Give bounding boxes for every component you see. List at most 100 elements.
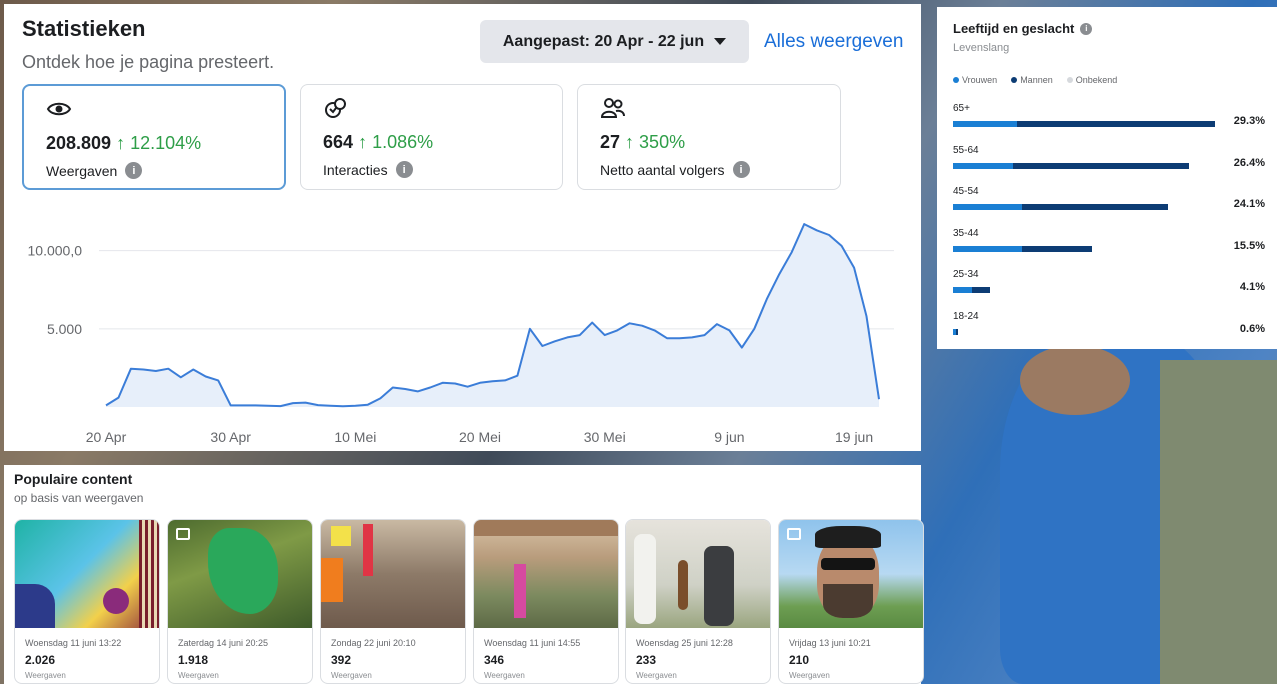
background-hand	[1020, 345, 1130, 415]
info-icon[interactable]: i	[1080, 22, 1093, 35]
post-views: 2.026	[25, 653, 56, 667]
post-date: Zaterdag 14 juni 20:25	[178, 638, 269, 648]
bar-women	[953, 162, 1013, 169]
bar-women	[953, 287, 972, 293]
legend-dot	[1066, 77, 1073, 83]
page-subtitle: Ontdek hoe je pagina presteert.	[22, 52, 275, 72]
post-card[interactable]: Vrijdag 13 juni 10:21 210 Weergaven	[778, 519, 924, 684]
bar-men	[1017, 121, 1215, 127]
metric-change: ↑ 350%	[625, 132, 686, 152]
post-views: 392	[331, 653, 352, 667]
area-fill	[106, 224, 879, 407]
age-percent: 4.1%	[1239, 281, 1265, 293]
view-all-link[interactable]: Alles weergeven	[764, 31, 903, 53]
age-percent: 26.4%	[1233, 156, 1265, 169]
views-line-chart: 5.000 10.000,0 20 Apr 30 Apr 10 Mei 20 Mei 30 …	[28, 223, 894, 445]
metric-change: ↑ 12.104%	[116, 133, 202, 153]
post-views-label: Weergaven	[484, 671, 525, 680]
x-tick-label: 19 jun	[835, 429, 873, 445]
post-views-label: Weergaven	[636, 671, 677, 680]
x-tick-label: 10 Mei	[334, 429, 376, 445]
x-tick-label: 9 jun	[714, 429, 744, 445]
age-row: 18-24 0.6%	[953, 311, 1265, 347]
x-tick-label: 20 Mei	[459, 429, 501, 445]
interactions-icon	[325, 98, 346, 118]
age-range-label: 45-54	[953, 186, 979, 197]
age-bar	[953, 245, 1092, 252]
post-thumbnail	[321, 520, 465, 628]
legend-dot	[953, 77, 959, 83]
bar-men	[1021, 204, 1169, 210]
bar-men	[1012, 162, 1190, 169]
age-range-label: 65+	[953, 103, 970, 114]
eye-icon	[46, 102, 72, 116]
post-card[interactable]: Woensdag 11 juni 13:22 2.026 Weergaven	[14, 519, 160, 684]
bar-men	[971, 287, 990, 293]
post-views: 233	[636, 653, 657, 667]
post-views-label: Weergaven	[25, 671, 66, 680]
age-bar	[953, 328, 959, 335]
legend-item-men: Mannen	[1011, 75, 1053, 85]
date-range-button[interactable]: Aangepast: 20 Apr - 22 jun	[480, 20, 749, 63]
age-row: 45-54 24.1%	[953, 186, 1265, 222]
metric-card-views[interactable]: 208.809 ↑ 12.104% Weergaven i	[22, 84, 286, 190]
age-range-label: 25-34	[953, 269, 979, 280]
y-tick-label: 10.000,0	[28, 243, 83, 259]
metric-label: Netto aantal volgers i	[600, 161, 750, 178]
legend-item-women: Vrouwen	[953, 75, 997, 85]
popular-title: Populaire content	[14, 471, 133, 487]
age-percent: 24.1%	[1233, 198, 1265, 210]
metric-value: 208.809 ↑ 12.104%	[46, 133, 202, 153]
x-tick-label: 20 Apr	[86, 429, 127, 445]
age-percent: 0.6%	[1239, 322, 1265, 335]
metric-card-interactions[interactable]: 664 ↑ 1.086% Interacties i	[300, 84, 563, 190]
metric-value: 27 ↑ 350%	[600, 132, 686, 152]
age-range-label: 35-44	[953, 227, 979, 239]
age-row: 25-34 4.1%	[953, 269, 1265, 305]
post-views: 1.918	[178, 653, 209, 667]
caret-down-icon	[714, 38, 727, 45]
post-type-icon	[787, 528, 801, 540]
info-icon[interactable]: i	[395, 161, 413, 178]
legend-dot	[1011, 77, 1018, 83]
metric-label: Interacties i	[323, 161, 413, 178]
y-tick-label: 5.000	[47, 321, 82, 337]
post-card[interactable]: Zaterdag 14 juni 20:25 1.918 Weergaven	[167, 519, 313, 684]
info-icon[interactable]: i	[732, 161, 750, 178]
date-range-label: Aangepast: 20 Apr - 22 jun	[502, 32, 705, 50]
post-card[interactable]: Zondag 22 juni 20:10 392 Weergaven	[320, 519, 466, 684]
age-row: 55-64 26.4%	[953, 145, 1265, 181]
age-gender-panel: Leeftijd en geslacht i Levenslang Vrouwen…	[937, 7, 1277, 349]
age-percent: 29.3%	[1233, 115, 1265, 127]
statistics-panel: Statistieken Ontdek hoe je pagina preste…	[4, 4, 921, 451]
popular-content-panel: Populaire content op basis van weergaven…	[4, 465, 924, 684]
bar-men	[955, 328, 959, 335]
x-tick-label: 30 Mei	[584, 429, 626, 445]
age-percent: 15.5%	[1233, 239, 1265, 252]
x-tick-label: 30 Apr	[210, 429, 251, 445]
age-bar	[953, 121, 1215, 127]
age-row: 35-44 15.5%	[953, 228, 1265, 264]
metric-label: Weergaven i	[46, 162, 143, 179]
followers-icon	[600, 98, 625, 118]
post-date: Woensdag 25 juni 12:28	[636, 638, 733, 648]
age-bar	[953, 204, 1169, 210]
post-card[interactable]: Woensdag 11 juni 14:55 346 Weergaven	[473, 519, 619, 684]
bar-women	[953, 204, 1022, 210]
post-thumbnail	[15, 520, 159, 628]
age-range-label: 55-64	[953, 144, 979, 156]
post-thumbnail	[626, 520, 770, 628]
post-views-label: Weergaven	[789, 671, 830, 680]
age-range-label: 18-24	[953, 310, 979, 322]
demo-legend: Vrouwen Mannen Onbekend	[953, 75, 1117, 85]
age-bar	[953, 287, 990, 293]
metric-card-followers[interactable]: 27 ↑ 350% Netto aantal volgers i	[577, 84, 841, 190]
post-views-label: Weergaven	[331, 671, 372, 680]
metric-value: 664 ↑ 1.086%	[323, 132, 434, 152]
post-card[interactable]: Woensdag 25 juni 12:28 233 Weergaven	[625, 519, 771, 684]
post-thumbnail	[168, 520, 312, 628]
page-title: Statistieken	[22, 16, 146, 41]
info-icon[interactable]: i	[125, 162, 143, 179]
post-views-label: Weergaven	[178, 671, 219, 680]
metric-change: ↑ 1.086%	[358, 132, 434, 152]
